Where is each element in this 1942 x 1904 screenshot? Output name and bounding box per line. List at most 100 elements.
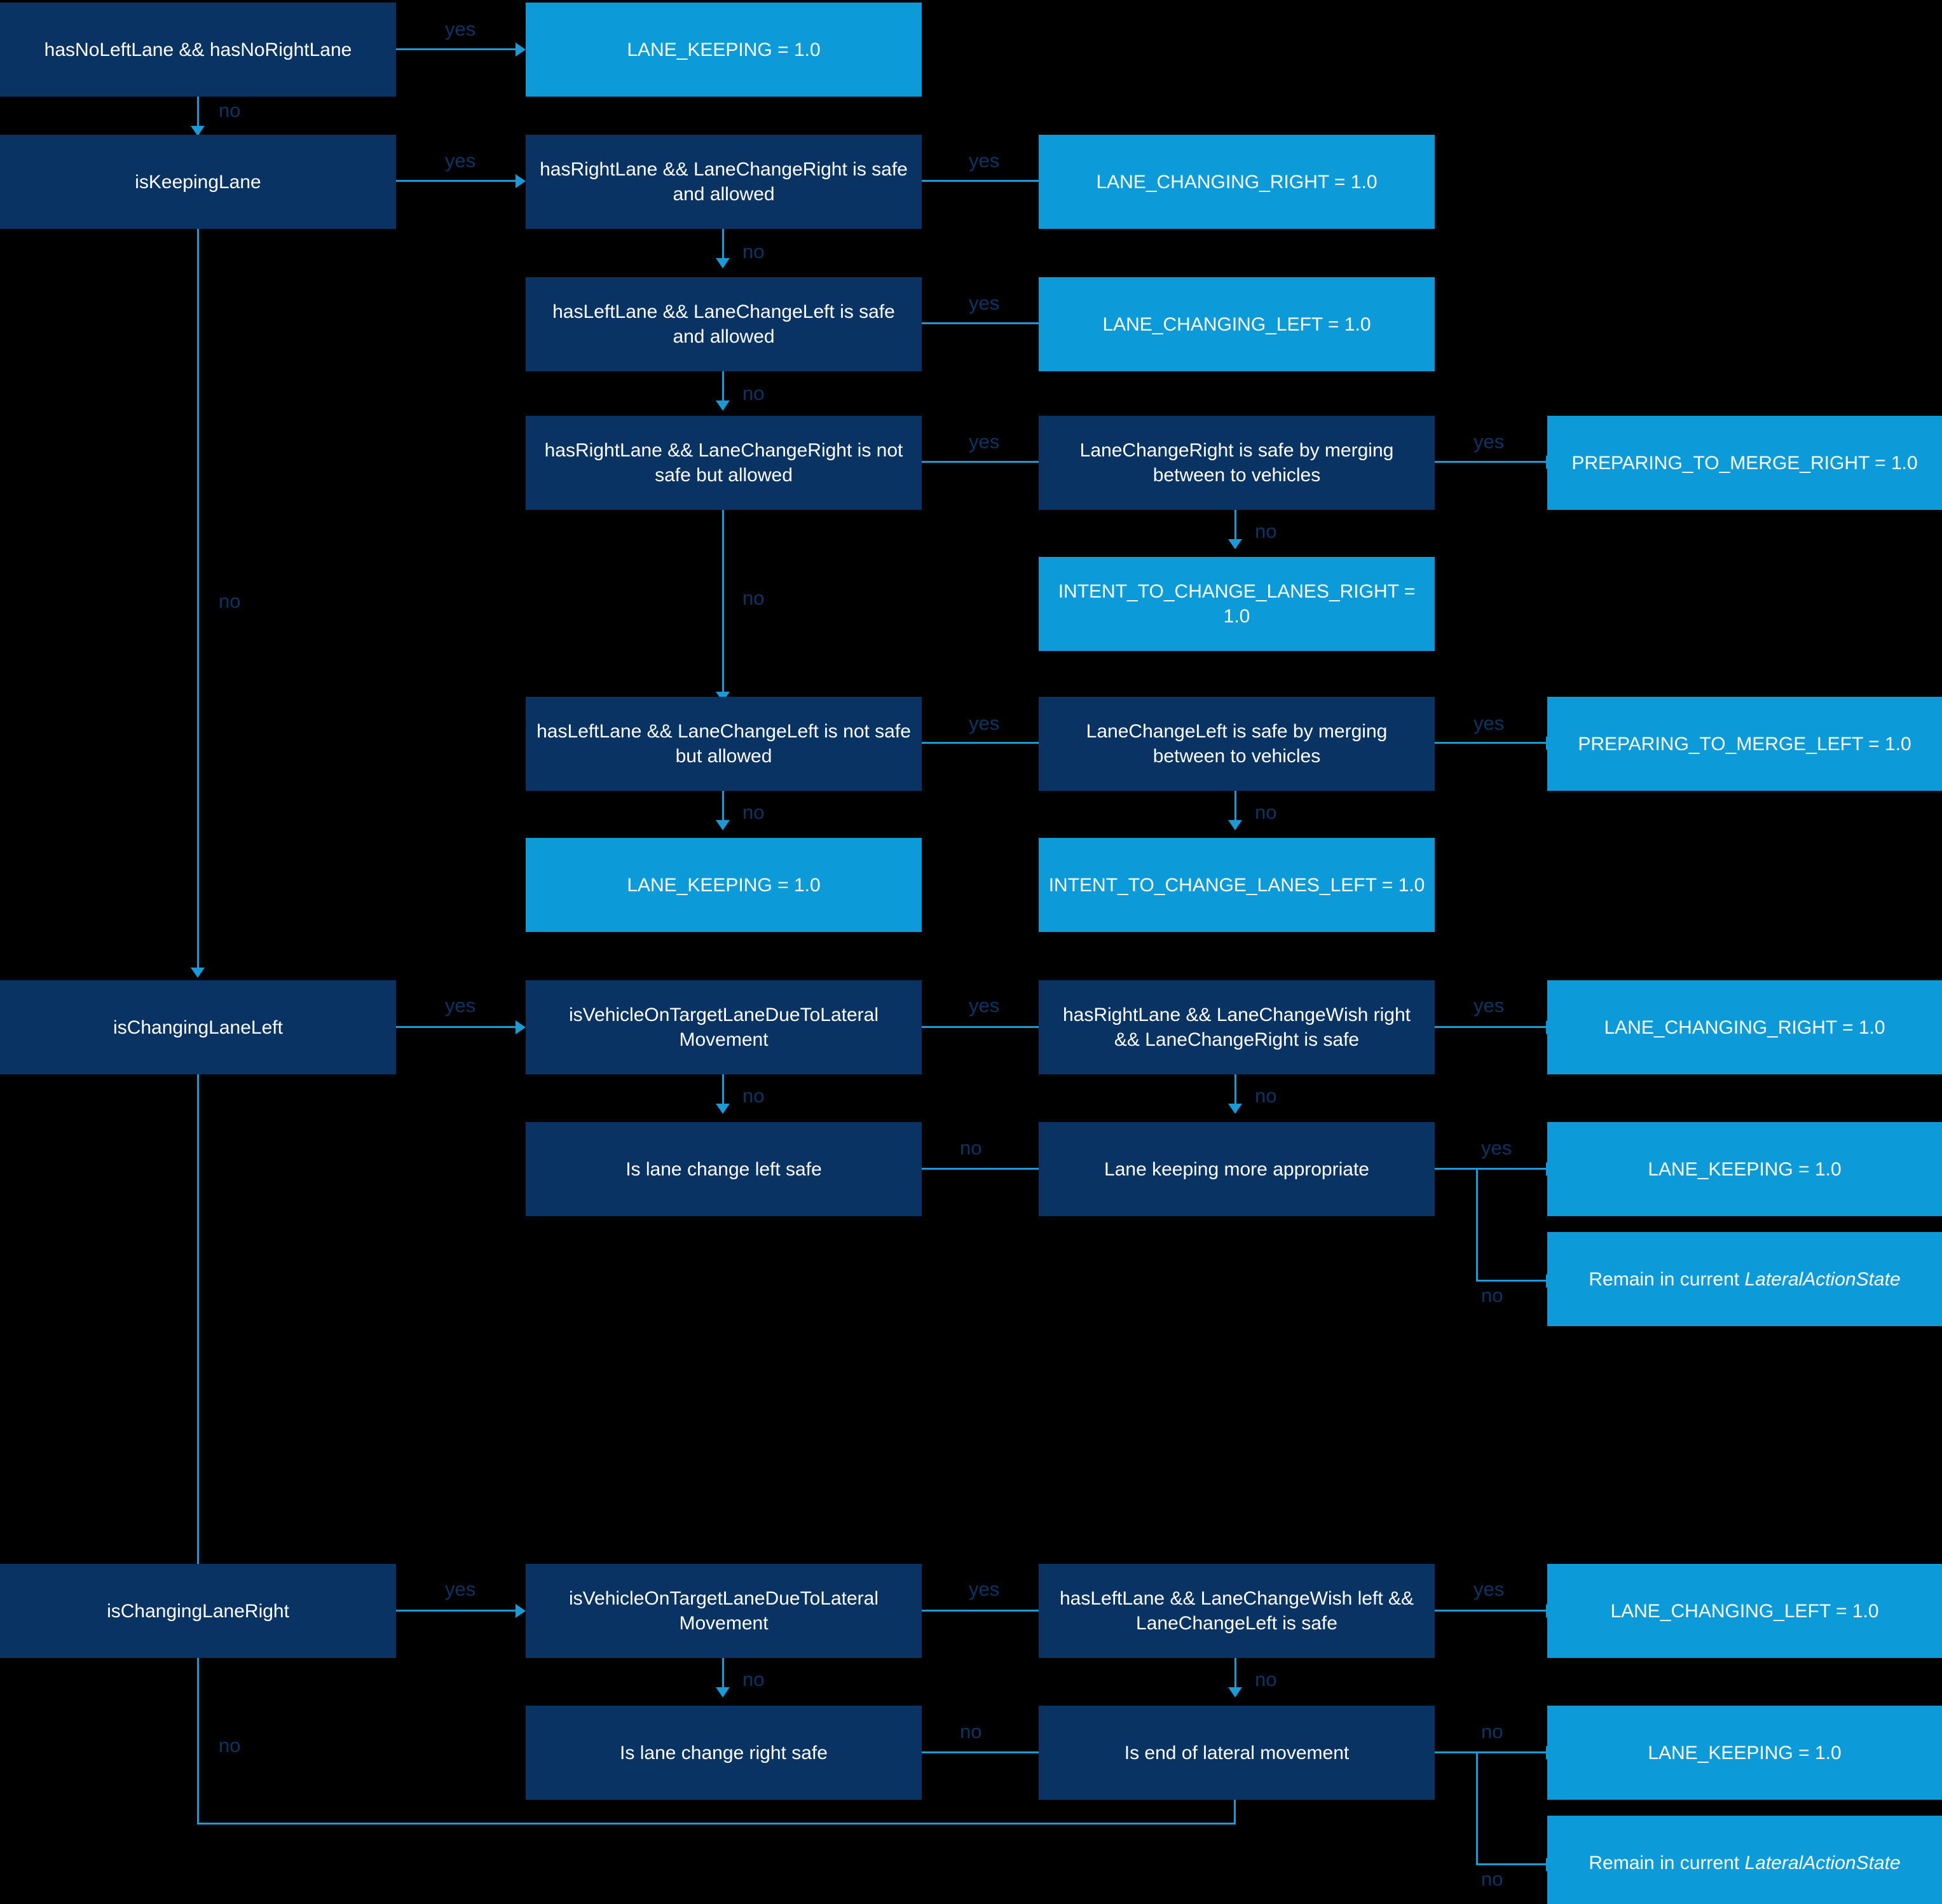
node-label: Is lane change left safe bbox=[626, 1158, 822, 1180]
node-label: LaneChangeRight is safe by merging betwe… bbox=[1079, 440, 1394, 486]
edge-n25-n30-across bbox=[197, 1823, 1236, 1825]
node-preparing-to-merge-right[interactable]: PREPARING_TO_MERGE_RIGHT = 1.0 bbox=[1547, 416, 1942, 510]
node-remain-in-current-lateral-action-state-2[interactable]: Remain in current LateralActionState bbox=[1547, 1816, 1942, 1904]
arrowhead-n01-n02 bbox=[516, 43, 526, 57]
edge-label-yes: yes bbox=[445, 149, 476, 172]
node-label: isKeepingLane bbox=[135, 171, 261, 193]
edge-label-yes: yes bbox=[969, 292, 1000, 314]
edge-label-yes: yes bbox=[1474, 1578, 1505, 1600]
node-label: hasRightLane && LaneChangeRight is safe … bbox=[540, 159, 908, 205]
node-lane-changing-left-2[interactable]: LANE_CHANGING_LEFT = 1.0 bbox=[1547, 1564, 1942, 1658]
node-label: hasRightLane && LaneChangeWish right && … bbox=[1062, 1004, 1411, 1050]
node-has-right-lane-change-right-safe-allowed[interactable]: hasRightLane && LaneChangeRight is safe … bbox=[526, 135, 922, 229]
edge-n30-fork bbox=[1434, 1751, 1547, 1753]
edge-label-yes: yes bbox=[445, 1578, 476, 1600]
node-lane-keeping-4[interactable]: LANE_KEEPING = 1.0 bbox=[1547, 1706, 1942, 1800]
edge-n29-n30 bbox=[922, 1751, 1043, 1753]
node-is-lane-change-right-safe[interactable]: Is lane change right safe bbox=[526, 1706, 922, 1800]
node-label: LANE_KEEPING = 1.0 bbox=[627, 39, 821, 60]
node-label: LANE_KEEPING = 1.0 bbox=[1648, 1158, 1842, 1180]
node-is-changing-lane-left[interactable]: isChangingLaneLeft bbox=[0, 980, 396, 1074]
node-is-lane-change-left-safe[interactable]: Is lane change left safe bbox=[526, 1122, 922, 1216]
flowchart-canvas: yes no yes yes no yes no yes no yes no n… bbox=[0, 0, 1942, 1904]
edge-label-no: no bbox=[742, 1668, 765, 1690]
node-label: LANE_KEEPING = 1.0 bbox=[1648, 1742, 1842, 1764]
edge-label-no: no bbox=[1255, 1668, 1277, 1690]
edge-label-no: no bbox=[742, 1085, 765, 1107]
edge-n08-n12 bbox=[722, 510, 724, 694]
node-label: LANE_CHANGING_RIGHT = 1.0 bbox=[1096, 171, 1378, 193]
node-label: isVehicleOnTargetLaneDueToLateral Moveme… bbox=[569, 1004, 879, 1050]
node-is-keeping-lane[interactable]: isKeepingLane bbox=[0, 135, 396, 229]
node-label: INTENT_TO_CHANGE_LANES_RIGHT = 1.0 bbox=[1058, 581, 1416, 627]
edge-label-no: no bbox=[1481, 1284, 1503, 1306]
edge-label-no: no bbox=[742, 801, 765, 823]
node-intent-to-change-lanes-right[interactable]: INTENT_TO_CHANGE_LANES_RIGHT = 1.0 bbox=[1039, 557, 1435, 651]
emphasis-lateral-action-state: LateralActionState bbox=[1744, 1268, 1901, 1290]
edge-label-yes: yes bbox=[969, 994, 1000, 1017]
node-label: isVehicleOnTargetLaneDueToLateral Moveme… bbox=[569, 1588, 879, 1634]
edge-n27-n28 bbox=[1434, 1610, 1547, 1612]
edge-label-yes: yes bbox=[1474, 430, 1505, 453]
node-is-vehicle-on-target-lane-left[interactable]: isVehicleOnTargetLaneDueToLateral Moveme… bbox=[526, 980, 922, 1074]
node-lane-keeping-2[interactable]: LANE_KEEPING = 1.0 bbox=[526, 838, 922, 932]
node-label: hasRightLane && LaneChangeRight is not s… bbox=[544, 440, 903, 486]
node-lane-keeping-3[interactable]: LANE_KEEPING = 1.0 bbox=[1547, 1122, 1942, 1216]
node-remain-in-current-lateral-action-state-1[interactable]: Remain in current LateralActionState bbox=[1547, 1232, 1942, 1326]
edge-label-yes: yes bbox=[1474, 712, 1505, 734]
node-lane-changing-left-1[interactable]: LANE_CHANGING_LEFT = 1.0 bbox=[1039, 277, 1435, 371]
node-label: hasLeftLane && LaneChangeWish left && La… bbox=[1059, 1588, 1414, 1634]
edge-label-yes: yes bbox=[969, 430, 1000, 453]
node-has-right-lane-change-right-not-safe-allowed[interactable]: hasRightLane && LaneChangeRight is not s… bbox=[526, 416, 922, 510]
node-lane-change-right-safe-by-merging[interactable]: LaneChangeRight is safe by merging betwe… bbox=[1039, 416, 1435, 510]
node-preparing-to-merge-left[interactable]: PREPARING_TO_MERGE_LEFT = 1.0 bbox=[1547, 697, 1942, 791]
node-is-end-of-lateral-movement[interactable]: Is end of lateral movement bbox=[1039, 1706, 1435, 1800]
edge-n03-n17 bbox=[197, 229, 199, 973]
node-lane-keeping-more-appropriate[interactable]: Lane keeping more appropriate bbox=[1039, 1122, 1435, 1216]
node-label: PREPARING_TO_MERGE_LEFT = 1.0 bbox=[1578, 733, 1911, 755]
edge-label-no: no bbox=[219, 1734, 241, 1757]
edge-n26-n27 bbox=[922, 1610, 1043, 1612]
node-lane-keeping-1[interactable]: LANE_KEEPING = 1.0 bbox=[526, 3, 922, 97]
node-label: Lane keeping more appropriate bbox=[1104, 1158, 1369, 1180]
node-has-left-lane-wish-left-safe[interactable]: hasLeftLane && LaneChangeWish left && La… bbox=[1039, 1564, 1435, 1658]
node-is-vehicle-on-target-lane-right[interactable]: isVehicleOnTargetLaneDueToLateral Moveme… bbox=[526, 1564, 922, 1658]
edge-n22-fork bbox=[1434, 1168, 1547, 1170]
node-label: Is end of lateral movement bbox=[1124, 1742, 1350, 1764]
node-label: isChangingLaneLeft bbox=[113, 1017, 283, 1038]
edge-n04-n05 bbox=[922, 180, 1043, 182]
emphasis-lateral-action-state: LateralActionState bbox=[1744, 1852, 1901, 1873]
edge-label-yes: yes bbox=[969, 712, 1000, 734]
node-intent-to-change-lanes-left[interactable]: INTENT_TO_CHANGE_LANES_LEFT = 1.0 bbox=[1039, 838, 1435, 932]
edge-label-no: no bbox=[1255, 1085, 1277, 1107]
edge-label-no: no bbox=[742, 382, 765, 404]
edge-label-yes: yes bbox=[1481, 1137, 1512, 1159]
edge-n17-n18 bbox=[396, 1026, 517, 1028]
node-label: LANE_CHANGING_LEFT = 1.0 bbox=[1610, 1600, 1879, 1622]
edge-n12-n13 bbox=[922, 742, 1043, 744]
edge-label-no: no bbox=[960, 1137, 982, 1159]
node-has-no-left-lane-and-has-no-right-lane[interactable]: hasNoLeftLane && hasNoRightLane bbox=[0, 3, 396, 97]
edge-label-yes: yes bbox=[445, 18, 476, 40]
arrowhead-n19-n22 bbox=[1228, 1104, 1242, 1114]
arrowhead-n04-n06 bbox=[716, 258, 730, 268]
node-label: Remain in current LateralActionState bbox=[1589, 1268, 1901, 1290]
node-has-right-lane-wish-right-safe[interactable]: hasRightLane && LaneChangeWish right && … bbox=[1039, 980, 1435, 1074]
node-lane-change-left-safe-by-merging[interactable]: LaneChangeLeft is safe by merging betwee… bbox=[1039, 697, 1435, 791]
edge-label-no: no bbox=[1255, 520, 1277, 542]
edge-label-yes: yes bbox=[969, 1578, 1000, 1600]
arrowhead-n25-n26 bbox=[516, 1604, 526, 1618]
arrowhead-n12-n16 bbox=[716, 820, 730, 830]
edge-n19-n20 bbox=[1434, 1026, 1547, 1028]
node-has-left-lane-change-left-not-safe-allowed[interactable]: hasLeftLane && LaneChangeLeft is not saf… bbox=[526, 697, 922, 791]
edge-n18-n19 bbox=[922, 1026, 1043, 1028]
node-has-left-lane-change-left-safe-allowed[interactable]: hasLeftLane && LaneChangeLeft is safe an… bbox=[526, 277, 922, 371]
edge-n25-n26 bbox=[396, 1610, 517, 1612]
node-label: LANE_KEEPING = 1.0 bbox=[627, 874, 821, 896]
node-label: hasLeftLane && LaneChangeLeft is safe an… bbox=[552, 301, 895, 347]
node-label: LANE_CHANGING_RIGHT = 1.0 bbox=[1604, 1017, 1885, 1038]
node-is-changing-lane-right[interactable]: isChangingLaneRight bbox=[0, 1564, 396, 1658]
node-lane-changing-right-2[interactable]: LANE_CHANGING_RIGHT = 1.0 bbox=[1547, 980, 1942, 1074]
edge-label-no: no bbox=[742, 587, 765, 609]
node-lane-changing-right-1[interactable]: LANE_CHANGING_RIGHT = 1.0 bbox=[1039, 135, 1435, 229]
